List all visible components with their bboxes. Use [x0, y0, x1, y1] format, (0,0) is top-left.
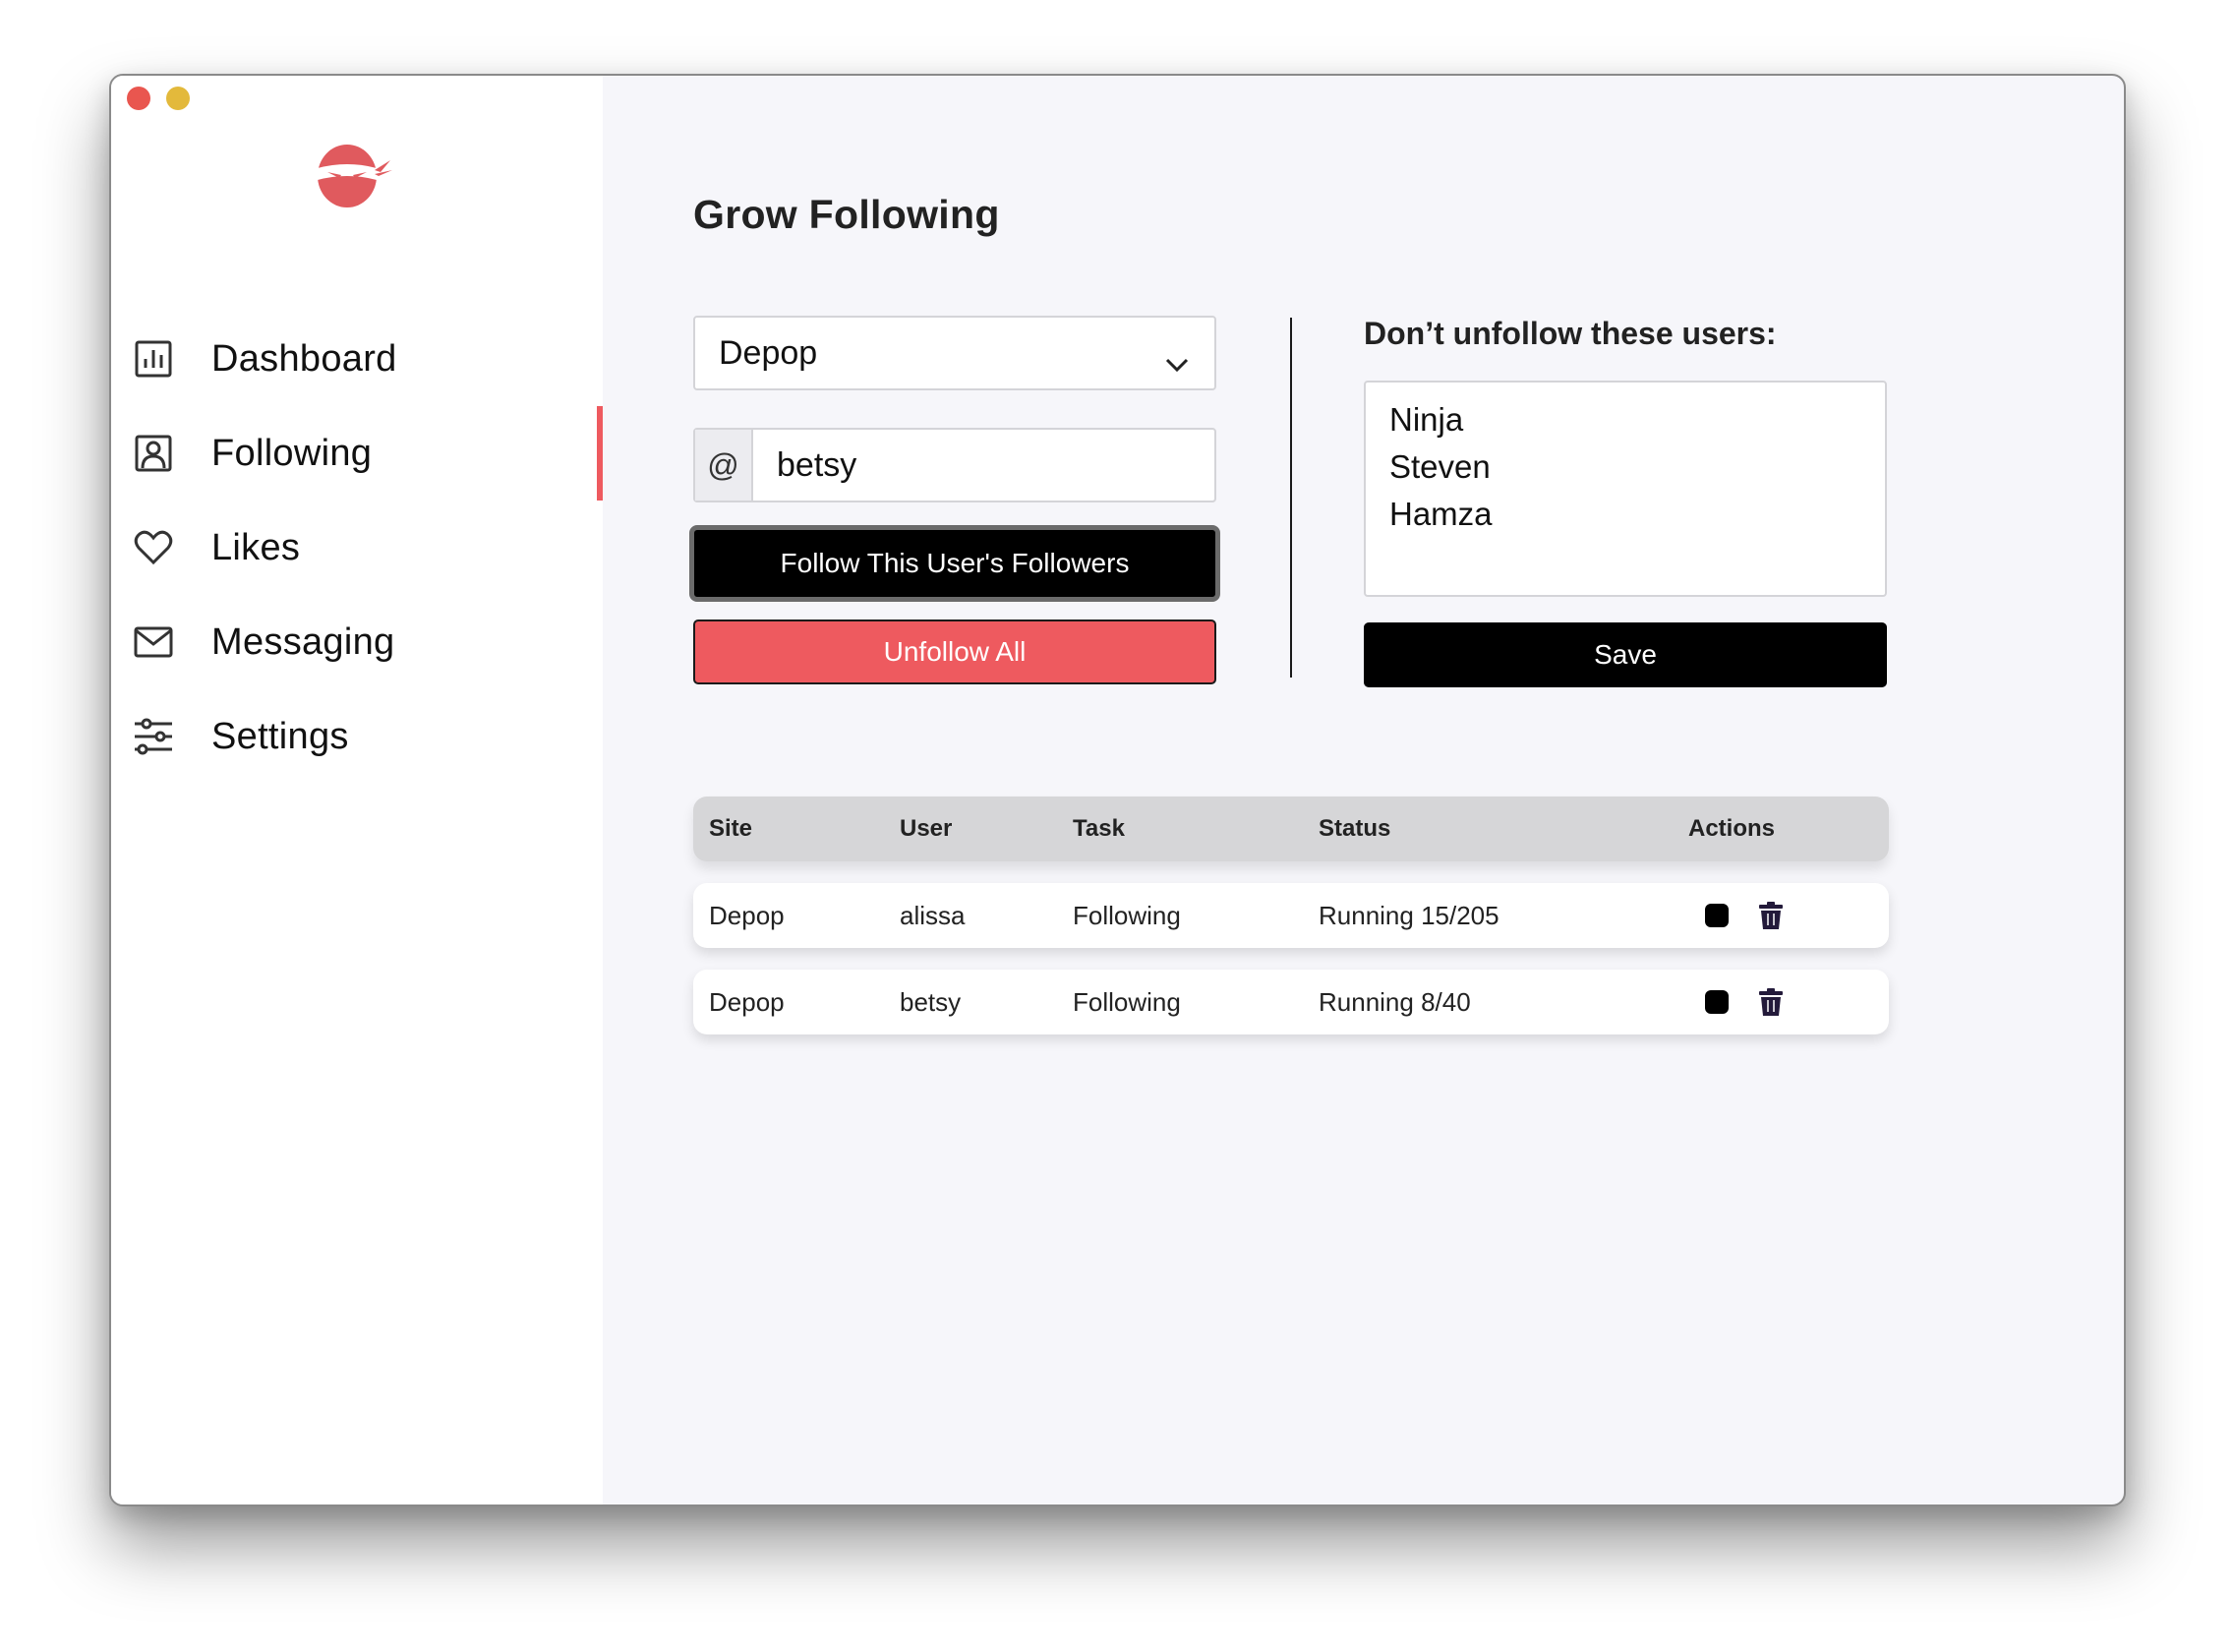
unfollow-all-button[interactable]: Unfollow All — [693, 620, 1216, 684]
cell-status: Running 8/40 — [1319, 986, 1471, 1017]
task-table: Site User Task Status Actions Depop alis… — [693, 796, 1889, 1034]
stop-icon[interactable] — [1704, 903, 1730, 928]
follow-user-followers-button[interactable]: Follow This User's Followers — [689, 525, 1220, 602]
minimize-window-button[interactable] — [166, 87, 190, 110]
at-prefix: @ — [695, 430, 753, 501]
sidebar-item-label: Dashboard — [211, 337, 397, 380]
sidebar-item-label: Likes — [211, 526, 301, 568]
site-select[interactable]: Depop — [693, 316, 1216, 390]
keep-user: Hamza — [1389, 496, 1493, 532]
chevron-down-icon — [1165, 343, 1189, 382]
bar-chart-icon — [133, 338, 174, 380]
trash-icon[interactable] — [1759, 988, 1783, 1016]
mail-icon — [133, 621, 174, 663]
cell-task: Following — [1073, 900, 1181, 930]
username-input[interactable] — [753, 430, 1214, 501]
heart-icon — [133, 527, 174, 568]
main-content: Grow Following Depop @ Follow This User'… — [603, 76, 2124, 1504]
window-controls — [127, 87, 190, 110]
column-header-actions: Actions — [1688, 815, 1776, 842]
app-window: Dashboard Following Likes Messaging Sett… — [109, 74, 2126, 1506]
sidebar-item-likes[interactable]: Likes — [111, 501, 603, 595]
sidebar: Dashboard Following Likes Messaging Sett… — [111, 76, 603, 1504]
sidebar-item-label: Settings — [211, 715, 349, 757]
sidebar-nav: Dashboard Following Likes Messaging Sett… — [111, 312, 603, 784]
ninja-logo-icon — [310, 133, 392, 215]
cell-user: betsy — [900, 986, 962, 1017]
cell-status: Running 15/205 — [1319, 900, 1499, 930]
column-header-task: Task — [1073, 815, 1125, 842]
sidebar-item-following[interactable]: Following — [111, 406, 603, 501]
cell-actions — [1675, 902, 1871, 929]
username-input-group: @ — [693, 428, 1216, 502]
keep-user: Steven — [1389, 448, 1491, 485]
table-header: Site User Task Status Actions — [693, 796, 1889, 861]
sidebar-item-label: Following — [211, 432, 373, 474]
sidebar-item-label: Messaging — [211, 620, 395, 663]
close-window-button[interactable] — [127, 87, 150, 110]
site-select-value: Depop — [719, 333, 818, 372]
sidebar-item-settings[interactable]: Settings — [111, 689, 603, 784]
cell-task: Following — [1073, 986, 1181, 1017]
column-header-user: User — [900, 815, 953, 842]
page-title: Grow Following — [693, 192, 1000, 237]
sliders-icon — [133, 716, 174, 757]
cell-site: Depop — [709, 986, 785, 1017]
table-row: Depop alissa Following Running 15/205 — [693, 883, 1889, 948]
cell-site: Depop — [709, 900, 785, 930]
trash-icon[interactable] — [1759, 902, 1783, 929]
stop-icon[interactable] — [1704, 989, 1730, 1015]
cell-actions — [1675, 988, 1871, 1016]
sidebar-item-messaging[interactable]: Messaging — [111, 595, 603, 689]
column-header-status: Status — [1319, 815, 1391, 842]
keep-users-label: Don’t unfollow these users: — [1364, 316, 1777, 351]
sidebar-item-dashboard[interactable]: Dashboard — [111, 312, 603, 406]
keep-user: Ninja — [1389, 401, 1464, 438]
table-row: Depop betsy Following Running 8/40 — [693, 970, 1889, 1034]
column-header-site: Site — [709, 815, 753, 842]
save-button[interactable]: Save — [1364, 622, 1887, 687]
keep-users-textarea[interactable]: Ninja Steven Hamza — [1364, 381, 1887, 597]
vertical-divider — [1290, 318, 1292, 678]
user-card-icon — [133, 433, 174, 474]
cell-user: alissa — [900, 900, 966, 930]
